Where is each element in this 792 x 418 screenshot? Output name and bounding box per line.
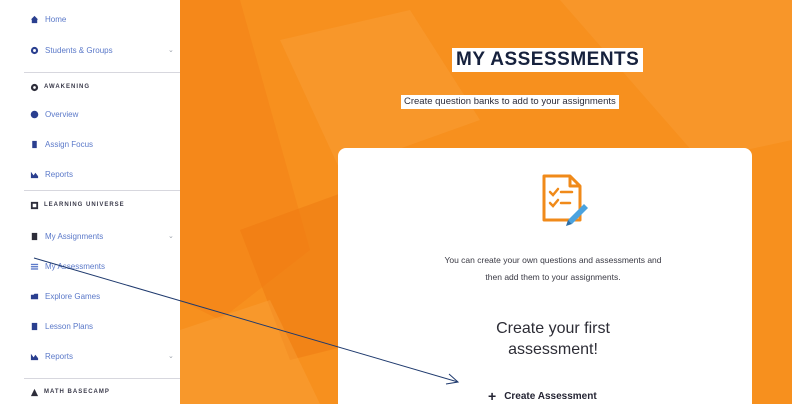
divider (24, 72, 180, 73)
reports-icon (30, 352, 39, 361)
sidebar-item-label: My Assignments (45, 231, 104, 241)
sidebar-item-label: Explore Games (45, 291, 101, 301)
sidebar-item-students-groups[interactable]: Students & Groups (30, 42, 113, 58)
chevron-down-icon[interactable]: ⌄ (168, 232, 174, 240)
divider (24, 378, 180, 379)
sidebar-item-assign-focus[interactable]: Assign Focus (30, 136, 93, 152)
section-learning-universe: LEARNING UNIVERSE (30, 198, 125, 212)
home-icon (30, 15, 39, 24)
chevron-down-icon[interactable]: ⌄ (168, 46, 174, 54)
sidebar-item-my-assignments[interactable]: My Assignments (30, 228, 103, 244)
create-assessment-button[interactable]: + Create Assessment (488, 386, 597, 406)
sidebar: Home Students & Groups ⌄ AWAKENING Overv… (0, 0, 180, 404)
empty-state-description: You can create your own questions and as… (444, 255, 662, 282)
sidebar-item-label: My Assessments (45, 261, 106, 271)
lesson-icon (30, 322, 39, 331)
awakening-icon (30, 83, 39, 92)
assignments-icon (30, 232, 39, 241)
sidebar-item-my-assessments[interactable]: My Assessments (30, 258, 105, 274)
reports-icon (30, 170, 39, 179)
sidebar-item-reports-2[interactable]: Reports (30, 348, 73, 364)
sidebar-item-lesson-plans[interactable]: Lesson Plans (30, 318, 93, 334)
overview-icon (30, 110, 39, 119)
assessments-icon (30, 262, 39, 271)
sidebar-item-label: Students & Groups (45, 45, 113, 55)
sidebar-item-label: Reports (45, 169, 74, 179)
sidebar-item-home[interactable]: Home (30, 11, 66, 27)
assessment-document-icon (542, 174, 588, 226)
assign-icon (30, 140, 39, 149)
sidebar-item-label: Reports (45, 351, 74, 361)
sidebar-item-label: Assign Focus (45, 139, 94, 149)
sidebar-item-reports[interactable]: Reports (30, 166, 73, 182)
sidebar-item-overview[interactable]: Overview (30, 106, 78, 122)
learning-universe-icon (30, 201, 39, 210)
section-awakening: AWAKENING (30, 80, 90, 94)
empty-state-heading: Create your first assessment! (496, 320, 610, 358)
plus-icon: + (488, 388, 497, 404)
chevron-down-icon[interactable]: ⌄ (168, 352, 174, 360)
divider (24, 190, 180, 191)
games-icon (30, 292, 39, 301)
students-icon (30, 46, 39, 55)
sidebar-item-label: Lesson Plans (45, 321, 94, 331)
empty-state-card: You can create your own questions and as… (338, 148, 752, 418)
sidebar-item-label: Home (45, 14, 67, 24)
basecamp-icon (30, 388, 39, 397)
sidebar-item-explore-games[interactable]: Explore Games (30, 288, 100, 304)
sidebar-item-label: Overview (45, 109, 79, 119)
create-assessment-label: Create Assessment (504, 390, 597, 402)
section-math-basecamp: MATH BASECAMP (30, 385, 110, 399)
page-subtitle: Create question banks to add to your ass… (401, 95, 619, 109)
page-title: MY ASSESSMENTS (452, 48, 644, 72)
